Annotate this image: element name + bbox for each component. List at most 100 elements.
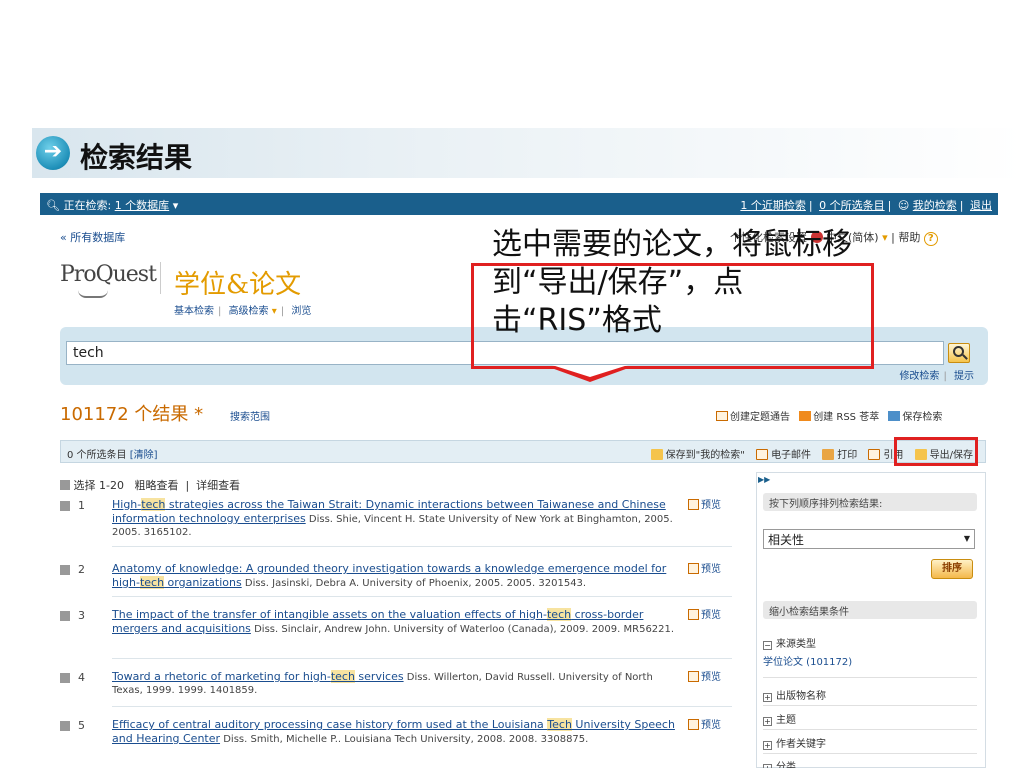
- title-text: High-: [112, 498, 142, 511]
- email-label: 电子邮件: [771, 450, 812, 461]
- result-number: 4: [78, 671, 85, 684]
- result-checkbox[interactable]: [60, 721, 70, 731]
- facet-publication[interactable]: + 出版物名称: [763, 687, 977, 702]
- facet-subject[interactable]: + 主题: [763, 711, 977, 726]
- all-databases-link[interactable]: « 所有数据库: [60, 229, 125, 245]
- chevron-down-icon[interactable]: ▾: [173, 199, 179, 212]
- title-text: Efficacy of central auditory processing …: [112, 718, 548, 731]
- advanced-search-link[interactable]: 高级检索: [229, 306, 269, 317]
- result-body: The impact of the transfer of intangible…: [112, 608, 682, 636]
- preview-link[interactable]: 预览: [688, 499, 721, 512]
- chevron-down-icon[interactable]: ▾: [272, 306, 277, 317]
- logo-divider: [160, 262, 161, 294]
- select-all-checkbox[interactable]: [60, 480, 70, 490]
- result-checkbox[interactable]: [60, 611, 70, 621]
- preview-label: 预览: [701, 720, 721, 731]
- preview-link[interactable]: 预览: [688, 671, 721, 684]
- create-alert-link[interactable]: 创建定题通告: [730, 412, 790, 423]
- result-meta: Diss. Smith, Michelle P.. Louisiana Tech…: [220, 734, 589, 745]
- preview-label: 预览: [701, 500, 721, 511]
- modify-links: 修改检索 | 提示: [899, 371, 974, 382]
- save-my-search-button[interactable]: 保存到"我的检索": [650, 449, 745, 461]
- facet-value-link[interactable]: 学位论文 (101172): [763, 653, 977, 668]
- selected-count: 0 个所选条目: [67, 450, 127, 461]
- email-button[interactable]: 电子邮件: [756, 449, 812, 461]
- create-rss-link[interactable]: 创建 RSS 苍萃: [813, 412, 879, 423]
- preview-link[interactable]: 预览: [688, 563, 721, 576]
- result-checkbox[interactable]: [60, 501, 70, 511]
- result-title-link[interactable]: Toward a rhetoric of marketing for high-…: [112, 670, 404, 683]
- arrow-right-icon: ➔: [36, 136, 70, 170]
- logo-swoosh: [78, 290, 108, 298]
- recent-searches-link[interactable]: 1 个近期检索: [740, 199, 806, 212]
- clear-link[interactable]: [清除]: [130, 450, 158, 461]
- title-highlight: tech: [330, 670, 355, 683]
- logout-link[interactable]: 退出: [970, 199, 992, 212]
- help-link[interactable]: 帮助: [898, 231, 920, 244]
- result-body: Anatomy of knowledge: A grounded theory …: [112, 562, 682, 590]
- preview-label: 预览: [701, 610, 721, 621]
- search-scope-link[interactable]: 搜索范围: [230, 408, 270, 423]
- annotation-callout-tail-fill: [552, 365, 628, 377]
- browse-link[interactable]: 浏览: [291, 306, 311, 317]
- top-nav-bar: 🔍︎ 正在检索: 1 个数据库 ▾ 1 个近期检索 | 0 个所选条目 | ☺ 我的…: [40, 193, 998, 215]
- facet-keyword[interactable]: + 作者关键字: [763, 735, 977, 750]
- modify-search-link[interactable]: 修改检索: [899, 371, 939, 382]
- search-icon: 🔍︎: [46, 199, 60, 212]
- database-link[interactable]: 1 个数据库: [115, 199, 170, 212]
- sort-header: 按下列顺序排列检索结果:: [763, 493, 977, 511]
- facet-source-type[interactable]: − 来源类型: [763, 635, 977, 650]
- sort-button[interactable]: 排序: [931, 559, 973, 579]
- title-highlight: tech: [141, 498, 166, 511]
- result-count: 101172 个结果 *: [60, 404, 204, 425]
- preview-label: 预览: [701, 672, 721, 683]
- result-body: Efficacy of central auditory processing …: [112, 718, 682, 746]
- result-checkbox[interactable]: [60, 565, 70, 575]
- result-divider: [112, 658, 732, 659]
- save-icon: [888, 411, 901, 421]
- save-search-link[interactable]: 保存检索: [902, 412, 942, 423]
- search-icon-handle: [962, 354, 968, 360]
- selection-status: 0 个所选条目 [清除]: [67, 446, 158, 461]
- folder-icon: [650, 449, 663, 460]
- facet-divider: [763, 705, 977, 706]
- chevron-down-icon[interactable]: ▾: [882, 231, 888, 244]
- facet-label: 来源类型: [776, 639, 816, 650]
- save-my-label: 保存到"我的检索": [665, 450, 745, 461]
- title-text: services: [354, 670, 404, 683]
- collapse-icon: −: [763, 641, 772, 650]
- facet-category[interactable]: + 分类: [763, 758, 977, 768]
- search-button[interactable]: [948, 343, 970, 363]
- result-number: 3: [78, 609, 85, 622]
- chevron-down-icon: ▼: [963, 534, 970, 543]
- brief-view-link[interactable]: 粗略查看: [134, 479, 178, 492]
- alert-links: 创建定题通告 创建 RSS 苍萃 保存检索: [716, 408, 942, 423]
- facet-divider: [763, 729, 977, 730]
- narrow-header: 缩小检索结果条件: [763, 601, 977, 619]
- print-button[interactable]: 打印: [822, 449, 857, 461]
- printer-icon: [822, 449, 835, 460]
- result-body: Toward a rhetoric of marketing for high-…: [112, 670, 682, 697]
- my-searches-link[interactable]: 我的检索: [913, 199, 957, 212]
- searching-label: 正在检索:: [63, 199, 112, 212]
- facet-divider: [763, 753, 977, 754]
- result-number: 1: [78, 499, 85, 512]
- sort-select[interactable]: 相关性 ▼: [763, 529, 975, 549]
- email-icon: [716, 411, 728, 421]
- result-checkbox[interactable]: [60, 673, 70, 683]
- help-icon[interactable]: ?: [923, 232, 938, 246]
- preview-link[interactable]: 预览: [688, 719, 721, 732]
- title-text: The impact of the transfer of intangible…: [112, 608, 547, 621]
- selected-items-link[interactable]: 0 个所选条目: [819, 199, 885, 212]
- preview-icon: [688, 719, 699, 730]
- result-number: 5: [78, 719, 85, 732]
- view-options: 选择 1-20 粗略查看 | 详细查看: [60, 477, 240, 493]
- sidebar-toggle-icon[interactable]: ▶▶: [758, 475, 780, 485]
- basic-search-link[interactable]: 基本检索: [174, 306, 214, 317]
- search-mode-nav: 基本检索 | 高级检索 ▾ | 浏览: [174, 306, 312, 317]
- tips-link[interactable]: 提示: [954, 371, 974, 382]
- result-number: 2: [78, 563, 85, 576]
- top-nav-links: 1 个近期检索 | 0 个所选条目 | ☺ 我的检索 | 退出: [740, 199, 992, 212]
- detailed-view-link[interactable]: 详细查看: [196, 479, 240, 492]
- preview-link[interactable]: 预览: [688, 609, 721, 622]
